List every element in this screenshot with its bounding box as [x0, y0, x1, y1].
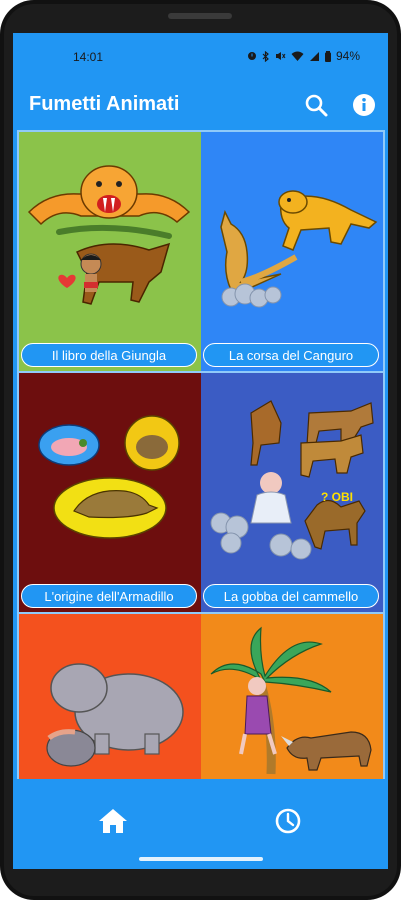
story-card-canguro[interactable]: La corsa del Canguro — [201, 132, 383, 371]
gesture-bar — [139, 857, 263, 861]
alarm-icon — [247, 52, 256, 60]
info-button[interactable] — [350, 91, 378, 119]
battery-level: 94% — [335, 49, 360, 63]
story-label: Il libro della Giungla — [21, 343, 197, 367]
nav-home-button[interactable] — [85, 801, 141, 841]
wifi-icon — [291, 51, 304, 61]
elephant-illustration — [19, 614, 201, 779]
nav-history-button[interactable] — [260, 801, 316, 841]
story-card-rinoceronte[interactable] — [201, 614, 383, 779]
story-label: La gobba del cammello — [203, 584, 379, 608]
jungle-book-illustration — [19, 132, 201, 371]
battery-icon — [324, 50, 331, 62]
turtle-figure — [136, 435, 168, 459]
armadillo-illustration — [19, 373, 201, 612]
status-bar: 14:01 94% — [13, 33, 388, 81]
rhinoceros-illustration — [201, 614, 383, 779]
story-label: La corsa del Canguro — [203, 343, 379, 367]
app-title: Fumetti Animati — [29, 93, 180, 115]
home-icon — [99, 809, 127, 833]
story-card-cammello[interactable]: ? OBI La gobba del cammello — [201, 373, 383, 612]
story-label: L'origine dell'Armadillo — [21, 584, 197, 608]
app-bar: Fumetti Animati — [13, 81, 388, 129]
camel-illustration: ? OBI — [201, 373, 383, 612]
info-icon — [353, 94, 375, 116]
search-button[interactable] — [302, 91, 330, 119]
story-card-giungla[interactable]: Il libro della Giungla — [19, 132, 201, 371]
mute-icon — [275, 52, 286, 60]
bluetooth-icon — [262, 50, 269, 62]
status-time: 14:01 — [73, 50, 104, 64]
clock-icon — [275, 808, 301, 834]
app-screen: 14:01 94% Fumetti Animati Il libro della… — [13, 33, 388, 869]
signal-icon — [309, 52, 319, 61]
story-card-armadillo[interactable]: L'origine dell'Armadillo — [19, 373, 201, 612]
search-icon — [305, 94, 328, 117]
bottom-navigation — [13, 793, 388, 869]
speech-text: ? OBI — [321, 490, 353, 504]
phone-frame: 14:01 94% Fumetti Animati Il libro della… — [0, 0, 401, 900]
speaker-grille — [168, 13, 232, 19]
kangaroo-illustration — [201, 132, 383, 371]
baby-elephant-figure — [46, 729, 96, 767]
story-card-elefante[interactable] — [19, 614, 201, 779]
status-icons: 94% — [247, 49, 360, 63]
stories-grid: Il libro della Giungla La corsa del Cang… — [17, 130, 385, 779]
